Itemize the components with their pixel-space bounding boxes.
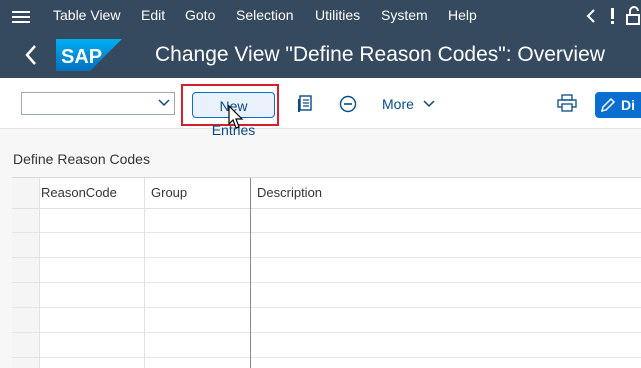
column-divider xyxy=(250,178,251,368)
table-row[interactable] xyxy=(12,309,641,333)
menu-selection[interactable]: Selection xyxy=(236,7,294,23)
table-row[interactable] xyxy=(12,334,641,358)
column-divider xyxy=(39,178,40,368)
pencil-icon xyxy=(600,97,616,113)
table-row[interactable] xyxy=(12,259,641,283)
menu-edit[interactable]: Edit xyxy=(141,7,165,23)
section-title: Define Reason Codes xyxy=(13,151,150,167)
menu-bar: Table View Edit Goto Selection Utilities… xyxy=(0,0,641,32)
page-title: Change View "Define Reason Codes": Overv… xyxy=(155,43,605,66)
cursor-icon xyxy=(228,105,244,129)
table-row[interactable] xyxy=(12,284,641,308)
back-icon[interactable] xyxy=(24,43,38,67)
display-change-button[interactable]: Di xyxy=(595,92,641,118)
title-bar: SAP Change View "Define Reason Codes": O… xyxy=(0,32,641,78)
more-button[interactable]: More xyxy=(382,96,435,112)
chevron-down-icon[interactable] xyxy=(158,96,170,108)
menu-table-view[interactable]: Table View xyxy=(53,7,120,23)
sap-logo: SAP xyxy=(56,39,122,71)
column-divider xyxy=(144,178,145,368)
help-icon[interactable] xyxy=(606,6,620,26)
table-row[interactable] xyxy=(12,209,641,233)
column-header-group[interactable]: Group xyxy=(151,178,187,208)
details-icon[interactable] xyxy=(297,95,315,113)
hamburger-icon[interactable] xyxy=(12,8,30,24)
more-label: More xyxy=(382,96,414,112)
chevron-left-icon[interactable] xyxy=(585,8,597,24)
column-header-reasoncode[interactable]: ReasonCode xyxy=(41,178,117,208)
display-change-label: Di xyxy=(621,97,635,113)
variant-select[interactable] xyxy=(21,92,175,115)
unlock-icon[interactable] xyxy=(626,6,641,26)
menu-system[interactable]: System xyxy=(381,7,428,23)
column-header-description[interactable]: Description xyxy=(257,178,322,208)
table-row[interactable] xyxy=(12,234,641,258)
reason-codes-table: ReasonCode Group Description xyxy=(12,177,641,368)
toolbar: New Entries More Di xyxy=(0,78,641,138)
print-icon[interactable] xyxy=(557,94,577,112)
menu-utilities[interactable]: Utilities xyxy=(315,7,360,23)
svg-text:SAP: SAP xyxy=(61,46,102,68)
menu-goto[interactable]: Goto xyxy=(185,7,215,23)
menu-help[interactable]: Help xyxy=(448,7,477,23)
minus-circle-icon[interactable] xyxy=(339,95,357,113)
chevron-down-icon xyxy=(423,100,435,108)
